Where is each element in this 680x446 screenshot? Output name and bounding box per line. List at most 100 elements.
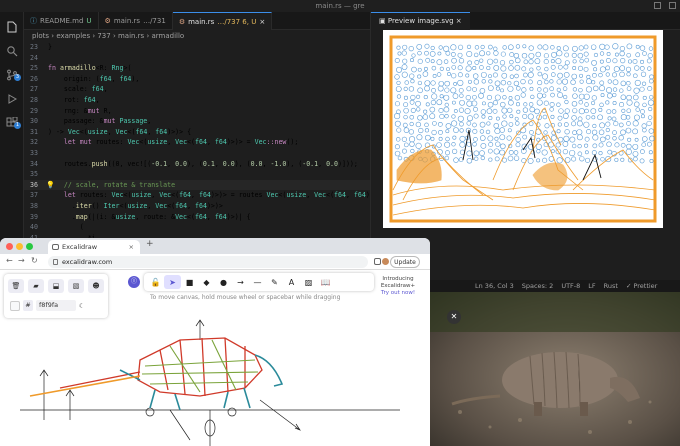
close-photo-button[interactable]: ✕ [447,310,461,324]
code-line[interactable]: 37 let routes: Vec<(usize, Vec<(f64, f64… [24,190,370,201]
code-line[interactable]: 29 rng: &mut R, [24,106,370,117]
text-tool-icon[interactable]: A [283,275,300,289]
code-editor[interactable]: 23} 24 25 fn armadillo<R: Rng>(26 origin: (… [24,42,370,238]
clear-canvas-icon[interactable]: 🗑 [8,279,24,293]
tab-label: README.md [40,17,84,25]
update-button[interactable]: Update ⋮ [390,256,420,277]
library-tool-icon[interactable]: 📖 [317,275,334,289]
layout-icon-2[interactable] [669,2,676,9]
status-encoding[interactable]: UTF-8 [561,280,580,292]
code-line[interactable]: 27 scale: f64, [24,84,370,95]
extension-icon[interactable] [374,258,381,265]
status-language[interactable]: Rust [604,280,618,292]
close-tab-icon[interactable]: × [129,240,134,254]
code-line[interactable]: 30 passage: &mut Passage, [24,116,370,127]
code-line[interactable]: 39 .map(|(i: &usize, route: &Vec<(f64, f… [24,212,370,223]
forward-icon[interactable]: → [18,256,25,265]
code-text: ) -> Vec<(usize, Vec<(f64, f64)>)> { [48,127,192,136]
code-line[interactable]: 35 [24,169,370,180]
files-icon[interactable] [6,18,18,33]
code-text: rng: &mut R, [48,106,112,115]
code-text: passage: &mut Passage, [48,117,152,126]
update-label: Update [394,259,416,266]
promo-title: Introducing Excalidraw+ [380,276,416,289]
breadcrumb-item[interactable]: examples [56,32,90,40]
arrow-tool-icon[interactable]: → [232,275,249,289]
layout-controls [654,0,676,9]
code-line[interactable]: 28 rot: f64, [24,95,370,106]
breadcrumb-item[interactable]: armadillo [151,32,184,40]
breadcrumb-item[interactable]: 737 [97,32,110,40]
browser-tab-excalidraw[interactable]: Excalidraw × [48,240,140,254]
line-tool-icon[interactable]: — [249,275,266,289]
tab-main-rs-731[interactable]: ⚙ main.rs …/731 [99,12,173,30]
reload-icon[interactable]: ↻ [31,256,38,265]
tab-readme[interactable]: ⓘ README.md U [24,12,99,30]
status-cursor-position[interactable]: Ln 36, Col 3 [475,280,514,292]
extensions-icon[interactable]: 1 [6,114,21,129]
pencil-tool-icon[interactable]: ✎ [266,275,283,289]
save-icon[interactable]: ⬓ [48,279,64,293]
new-tab-icon[interactable]: + [146,239,154,249]
rust-file-icon: ⚙ [178,17,186,26]
source-control-icon[interactable]: 3 [6,66,21,81]
open-folder-icon[interactable]: ▰ [28,279,44,293]
promo-link[interactable]: Try out now! [366,290,430,297]
status-prettier[interactable]: ✓ Prettier [626,280,657,292]
status-indentation[interactable]: Spaces: 2 [522,280,554,292]
line-number: 23 [30,43,38,51]
code-text: ( [48,223,84,232]
breadcrumb-item[interactable]: plots [32,32,49,40]
tab-preview-image[interactable]: ▣ Preview image.svg × [371,12,470,30]
search-icon[interactable] [6,42,18,57]
image-tool-icon[interactable]: ▨ [300,275,317,289]
code-line[interactable]: 40 ( [24,222,370,233]
tab-status: …/737 6, U [217,17,257,26]
minimize-window-button[interactable] [16,243,23,250]
excalidraw-library-icon[interactable]: Ⓘ [128,276,140,288]
code-line[interactable]: 33 [24,148,370,159]
close-window-button[interactable] [6,243,13,250]
line-number: 34 [30,159,38,168]
lightbulb-icon[interactable]: 💡 [46,180,55,191]
code-line[interactable]: 32 let mut routes: Vec<(usize, Vec<(f64,… [24,137,370,148]
code-line[interactable]: 26 origin: (f64, f64), [24,74,370,85]
tab-main-rs-737[interactable]: ⚙ main.rs …/737 6, U × [172,12,273,31]
line-number: 31 [30,127,38,136]
tab-status: U [86,17,92,25]
breadcrumb-item[interactable]: main.rs [118,32,144,40]
code-line[interactable]: 23} [24,42,370,53]
rectangle-tool-icon[interactable]: ■ [181,275,198,289]
browser-tab-title: Excalidraw [62,243,98,251]
code-line[interactable]: 25 fn armadillo<R: Rng>( [24,63,370,74]
rust-file-icon: ⚙ [104,17,111,25]
markdown-file-icon: ⓘ [30,17,37,25]
run-debug-icon[interactable] [6,90,18,104]
code-line[interactable]: 31 ) -> Vec<(usize, Vec<(f64, f64)>)> { [24,127,370,138]
line-number: 24 [30,53,38,62]
code-line[interactable]: 36 // scale, rotate & translate 💡 [24,179,370,191]
code-line[interactable]: 24 [24,53,370,64]
excalidraw-canvas[interactable]: 🗑 ▰ ⬓ ▧ ☻ # f8f9fa ☾ Ⓘ 🔓 ➤ ■ ◆ ● → — ✎ A… [0,270,430,446]
export-image-icon[interactable]: ▧ [68,279,84,293]
close-icon[interactable]: × [259,13,265,31]
code-line[interactable]: 34 routes.push((0, vec![(-0.1, 0.0), (0.… [24,159,370,170]
layout-icon-1[interactable] [654,2,661,9]
ellipse-tool-icon[interactable]: ● [215,275,232,289]
maximize-window-button[interactable] [26,243,33,250]
back-icon[interactable]: ← [6,256,13,265]
code-text: scale: f64, [48,85,108,94]
tab-label: main.rs [113,17,141,25]
address-bar[interactable]: excalidraw.com [48,256,368,268]
status-eol[interactable]: LF [588,280,595,292]
diamond-tool-icon[interactable]: ◆ [198,275,215,289]
selection-tool-icon[interactable]: ➤ [164,275,181,289]
profile-avatar[interactable] [382,258,389,265]
collaborate-icon[interactable]: ☻ [88,279,104,293]
code-text: origin: (f64, f64), [48,74,140,83]
code-line[interactable]: 38 .iter() Iter<(usize, Vec<(f64, f64)>)… [24,201,370,212]
shape-toolbar: 🔓 ➤ ■ ◆ ● → — ✎ A ▨ 📖 [144,273,374,291]
source-control-badge: 3 [14,74,21,81]
window-title: main.rs — gre [315,2,365,10]
lock-tool-icon[interactable]: 🔓 [147,275,164,289]
